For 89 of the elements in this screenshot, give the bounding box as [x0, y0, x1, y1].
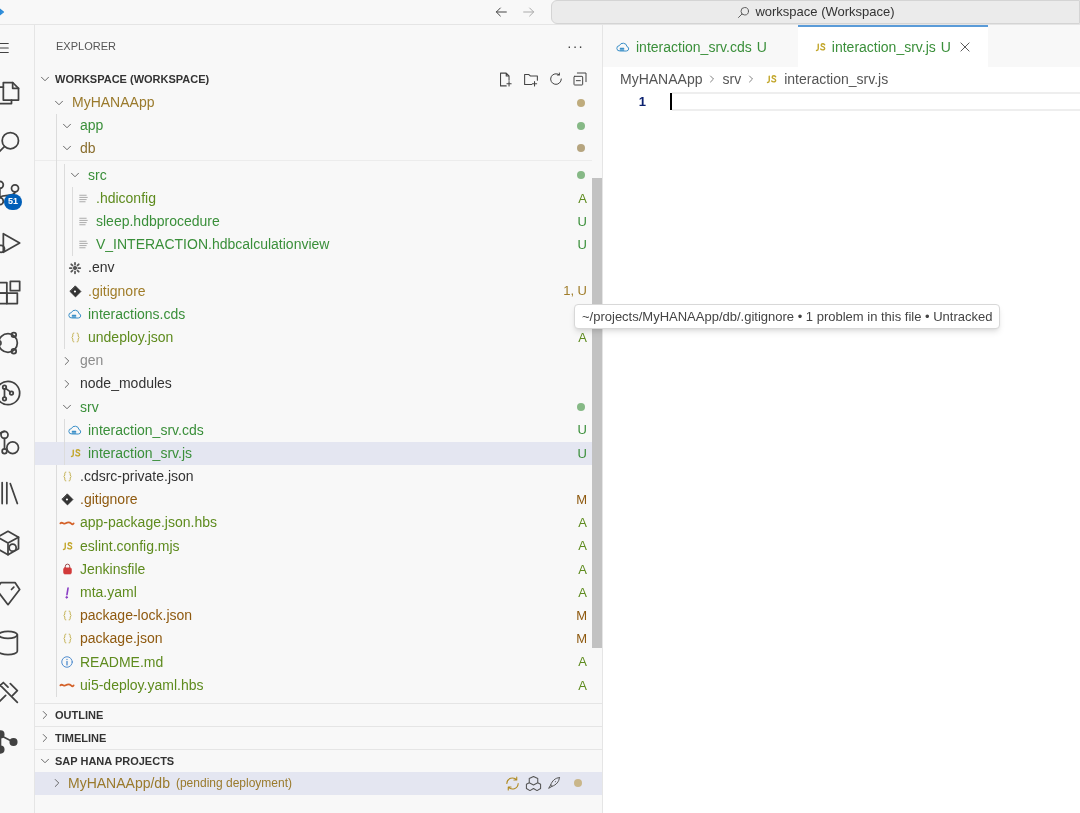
folder-name[interactable]: app [80, 115, 104, 137]
extensions-icon[interactable] [0, 279, 22, 307]
file-name[interactable]: Jenkinsfile [80, 558, 146, 580]
padlock-icon [60, 562, 74, 577]
deployment-status: (pending deployment) [175, 775, 292, 793]
section-title[interactable]: SAP HANA PROJECTS [55, 752, 175, 770]
git-status-label: A [578, 676, 587, 695]
braces-icon [60, 632, 74, 646]
folder-name[interactable]: db [80, 137, 96, 159]
git-status-label: U [577, 444, 587, 463]
file-name[interactable]: package.json [80, 628, 163, 650]
git-status-label: U [577, 421, 587, 440]
js-icon [764, 72, 779, 86]
file-name[interactable]: interaction_srv.cds [88, 419, 204, 441]
breadcrumb-item[interactable]: interaction_srv.js [784, 68, 889, 90]
file-name[interactable]: interactions.cds [88, 303, 186, 325]
git-status-label: 1, U [563, 282, 587, 301]
git-status-label: M [576, 630, 587, 649]
wave-icon [59, 682, 75, 689]
info-icon [60, 655, 74, 670]
section-title[interactable]: OUTLINE [55, 706, 104, 724]
file-name[interactable]: .gitignore [88, 280, 146, 302]
folder-name[interactable]: gen [80, 350, 104, 372]
git-status-label: A [578, 537, 587, 556]
file-name[interactable]: .env [88, 257, 115, 279]
file-name[interactable]: .gitignore [80, 489, 138, 511]
git-status-label: M [576, 491, 587, 510]
breadcrumb-item[interactable]: srv [722, 68, 742, 90]
section-title[interactable]: TIMELINE [55, 729, 107, 747]
line-number: 1 [637, 92, 646, 111]
command-search-field[interactable]: workspace (Workspace) [551, 0, 1080, 24]
panel-title: EXPLORER [56, 39, 116, 55]
file-name[interactable]: sleep.hdbprocedure [96, 211, 220, 233]
file-name[interactable]: README.md [80, 651, 164, 673]
git-status-label: U [577, 235, 587, 254]
folder-name[interactable]: src [88, 164, 107, 186]
file-name[interactable]: V_INTERACTION.hdbcalculationview [96, 234, 330, 256]
file-name[interactable]: .hdiconfig [96, 187, 156, 209]
file-row[interactable]: interaction_srv.js U [35, 441, 592, 465]
git-status-label: U [940, 37, 951, 57]
gear-icon [68, 260, 82, 275]
folder-name[interactable]: srv [80, 396, 99, 418]
file-name[interactable]: ui5-deploy.yaml.hbs [80, 674, 204, 696]
diamond-icon [60, 493, 74, 507]
diamond-icon [68, 284, 82, 298]
git-status-label: A [578, 583, 587, 602]
files-icon[interactable] [0, 79, 22, 107]
git-status-label: M [576, 606, 587, 625]
rocket-icon[interactable] [546, 775, 562, 792]
refresh-icon[interactable] [548, 71, 564, 87]
git-status-label: A [578, 560, 587, 579]
notification-badge: 51 [4, 194, 22, 210]
file-name[interactable]: package-lock.json [80, 605, 193, 627]
back-arrow-icon[interactable] [493, 4, 509, 20]
hover-tooltip: ~/projects/MyHANAApp/db/.gitignore • 1 problem in this file • Untracked [574, 304, 1001, 329]
git-status-label: A [578, 189, 587, 208]
text-cursor [670, 93, 672, 110]
braces-icon [60, 609, 74, 623]
close-icon[interactable] [957, 40, 972, 54]
file-name[interactable]: eslint.config.mjs [80, 535, 180, 557]
tab-title: interaction_srv.js [831, 37, 936, 57]
git-status-label: A [578, 328, 587, 347]
editor-tab[interactable]: interaction_srv.js U [797, 25, 988, 67]
file-name[interactable]: .cdsrc-private.json [80, 466, 194, 488]
more-actions-button[interactable]: ··· [567, 36, 584, 57]
git-status-label: A [578, 514, 587, 533]
new-file-icon[interactable] [497, 70, 514, 88]
git-status-label: U [577, 212, 587, 231]
file-name[interactable]: app-package.json.hbs [80, 512, 217, 534]
file-name[interactable]: undeploy.json [88, 326, 174, 348]
cube-gear-icon[interactable] [0, 529, 22, 557]
section-title[interactable]: WORKSPACE (WORKSPACE) [55, 70, 210, 88]
git-status-label: A [578, 653, 587, 672]
folder-name[interactable]: node_modules [80, 373, 172, 395]
git-status-label: U [756, 37, 767, 57]
graph-nodes-icon[interactable] [0, 729, 20, 755]
folder-name[interactable]: MyHANAApp [72, 92, 155, 114]
braces-icon [68, 330, 82, 344]
project-row[interactable]: MyHANAApp/db (pending deployment) [35, 771, 602, 795]
search-icon [736, 4, 752, 20]
wave-icon [59, 519, 75, 526]
gem-icon[interactable] [0, 579, 22, 607]
breadcrumb-item[interactable]: MyHANAApp [620, 68, 703, 90]
tab-title: interaction_srv.cds [636, 37, 752, 57]
project-name: MyHANAApp/db [68, 773, 170, 793]
file-name[interactable]: mta.yaml [80, 582, 137, 604]
file-name: interaction_srv.js [88, 443, 192, 463]
collapse-all-icon[interactable] [572, 71, 588, 87]
braces-icon [60, 470, 74, 484]
